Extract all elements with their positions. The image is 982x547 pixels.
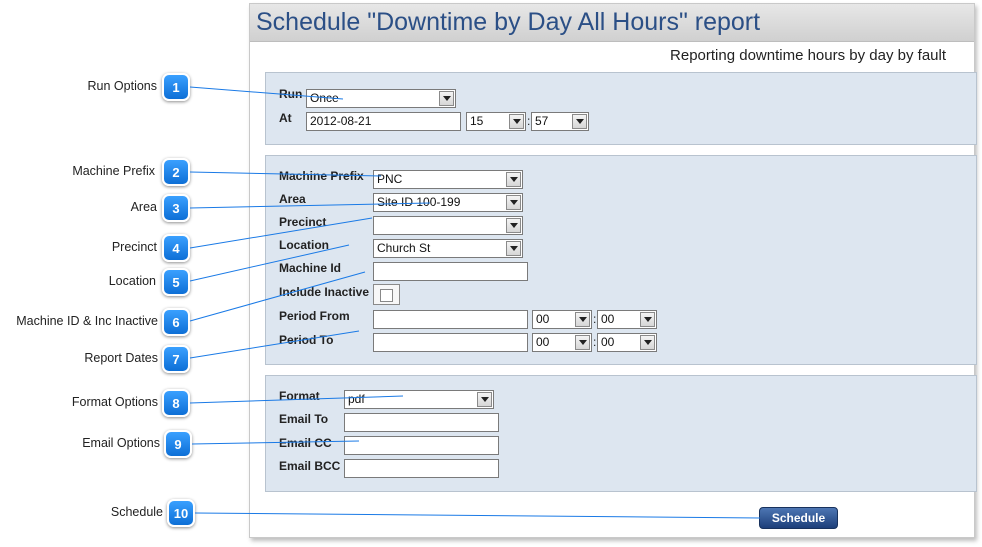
chevron-down-icon: [575, 312, 590, 327]
email-bcc-input[interactable]: [344, 459, 499, 478]
email-cc-input[interactable]: [344, 436, 499, 455]
time-separator: :: [593, 312, 597, 326]
chevron-down-icon: [506, 172, 521, 187]
chevron-down-icon: [439, 91, 454, 106]
machine-options-panel: Machine Prefix PNC Area Site ID 100-199 …: [265, 155, 977, 365]
include-inactive-checkbox[interactable]: [373, 284, 400, 305]
callout-label-email-options: Email Options: [82, 436, 160, 450]
run-hour-select[interactable]: 15: [466, 112, 526, 131]
area-label: Area: [279, 192, 306, 206]
callout-label-schedule: Schedule: [110, 505, 163, 519]
run-options-panel: Run Once At 2012-08-21 15 : 57: [265, 72, 977, 145]
period-from-hour-select[interactable]: 00: [532, 310, 592, 329]
at-label: At: [279, 111, 292, 125]
schedule-button[interactable]: Schedule: [759, 507, 838, 529]
email-to-label: Email To: [279, 412, 329, 426]
callout-badge-9: 9: [164, 430, 192, 458]
area-select[interactable]: Site ID 100-199: [373, 193, 523, 212]
callout-label-location: Location: [108, 274, 156, 288]
chevron-down-icon: [509, 114, 524, 129]
machine-id-input[interactable]: [373, 262, 528, 281]
callout-badge-3: 3: [162, 194, 190, 222]
run-minute-value: 57: [535, 114, 549, 128]
precinct-label: Precinct: [279, 215, 327, 229]
period-from-label: Period From: [279, 309, 350, 323]
schedule-report-window: Schedule "Downtime by Day All Hours" rep…: [249, 3, 977, 538]
period-from-input[interactable]: [373, 310, 528, 329]
callout-label-report-dates: Report Dates: [84, 351, 158, 365]
chevron-down-icon: [477, 392, 492, 407]
machine-prefix-label: Machine Prefix: [279, 169, 364, 183]
location-select[interactable]: Church St: [373, 239, 523, 258]
period-from-minute-select[interactable]: 00: [597, 310, 657, 329]
location-label: Location: [279, 238, 329, 252]
callout-badge-5: 5: [162, 268, 190, 296]
callout-label-precinct: Precinct: [111, 240, 157, 254]
callout-badge-8: 8: [162, 389, 190, 417]
run-label: Run: [279, 87, 303, 101]
machine-prefix-value: PNC: [377, 172, 403, 186]
run-select-value: Once: [310, 91, 339, 105]
time-separator: :: [527, 114, 531, 128]
time-separator: :: [593, 335, 597, 349]
callout-badge-10: 10: [167, 499, 195, 527]
chevron-down-icon: [506, 218, 521, 233]
email-bcc-label: Email BCC: [279, 459, 341, 473]
format-select[interactable]: pdf: [344, 390, 494, 409]
machine-id-label: Machine Id: [279, 261, 342, 275]
callout-label-format-options: Format Options: [71, 395, 158, 409]
period-to-input[interactable]: [373, 333, 528, 352]
output-options-panel: Format pdf Email To Email CC Email BCC: [265, 375, 977, 492]
run-date-input[interactable]: 2012-08-21: [306, 112, 461, 131]
format-value: pdf: [348, 392, 365, 406]
callout-label-machine-prefix: Machine Prefix: [72, 164, 155, 178]
page-subtitle: Reporting downtime hours by day by fault: [670, 47, 946, 64]
run-select[interactable]: Once: [306, 89, 456, 108]
email-cc-label: Email CC: [279, 436, 332, 450]
chevron-down-icon: [640, 335, 655, 350]
callout-badge-4: 4: [162, 234, 190, 262]
callout-badge-6: 6: [162, 308, 190, 336]
precinct-select[interactable]: [373, 216, 523, 235]
callout-badge-1: 1: [162, 73, 190, 101]
run-minute-select[interactable]: 57: [531, 112, 589, 131]
period-from-minute-value: 00: [601, 312, 615, 326]
callout-label-run-options: Run Options: [87, 79, 157, 93]
location-value: Church St: [377, 241, 431, 255]
callout-label-machine-id: Machine ID & Inc Inactive: [16, 314, 158, 328]
include-inactive-label: Include Inactive: [279, 285, 370, 299]
callout-badge-2: 2: [162, 158, 190, 186]
period-to-label: Period To: [279, 333, 334, 347]
area-value: Site ID 100-199: [377, 195, 461, 209]
page-title: Schedule "Downtime by Day All Hours" rep…: [256, 8, 761, 36]
period-to-minute-select[interactable]: 00: [597, 333, 657, 352]
title-bar: Schedule "Downtime by Day All Hours" rep…: [250, 4, 974, 42]
callout-label-area: Area: [130, 200, 157, 214]
chevron-down-icon: [572, 114, 587, 129]
period-to-hour-select[interactable]: 00: [532, 333, 592, 352]
period-from-hour-value: 00: [536, 312, 550, 326]
chevron-down-icon: [575, 335, 590, 350]
callout-badge-7: 7: [162, 345, 190, 373]
period-to-hour-value: 00: [536, 335, 550, 349]
chevron-down-icon: [640, 312, 655, 327]
chevron-down-icon: [506, 241, 521, 256]
format-label: Format: [279, 389, 320, 403]
chevron-down-icon: [506, 195, 521, 210]
period-to-minute-value: 00: [601, 335, 615, 349]
machine-prefix-select[interactable]: PNC: [373, 170, 523, 189]
email-to-input[interactable]: [344, 413, 499, 432]
run-hour-value: 15: [470, 114, 484, 128]
